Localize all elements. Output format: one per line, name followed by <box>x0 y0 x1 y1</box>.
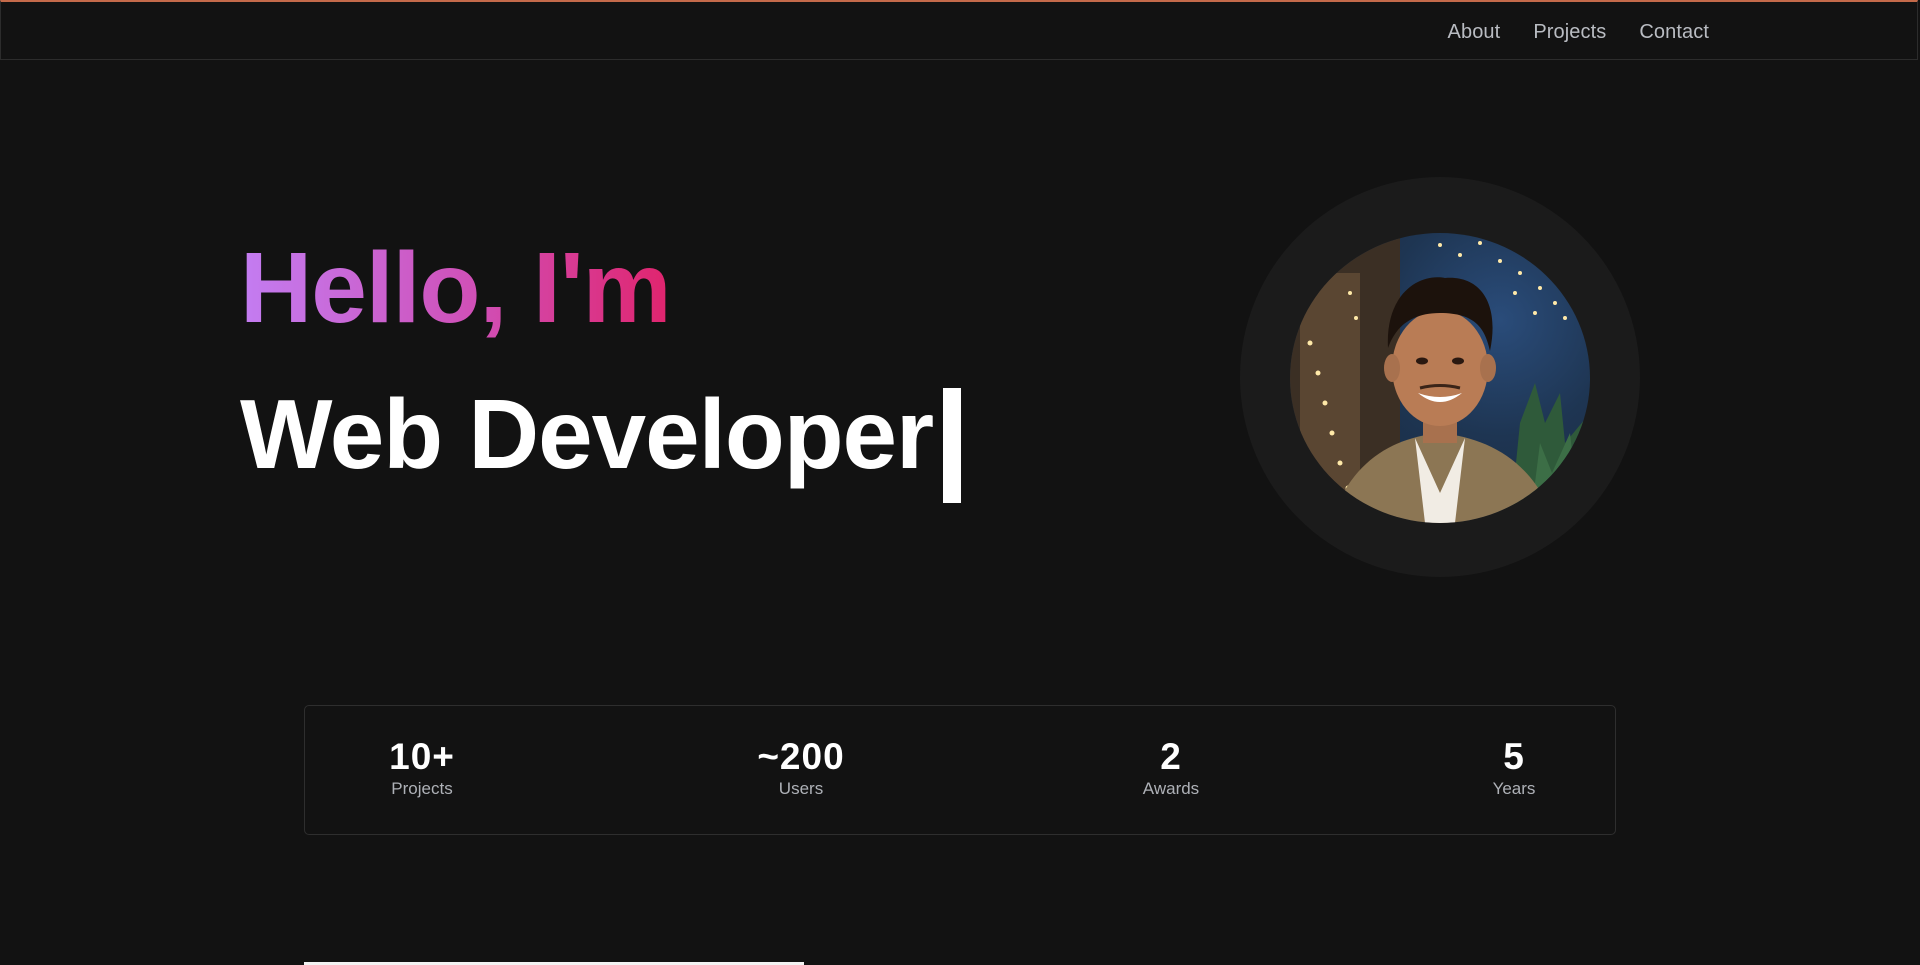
profile-photo-illustration <box>1290 233 1590 523</box>
stat-label: Awards <box>1142 779 1200 798</box>
profile-photo <box>1290 233 1590 523</box>
portfolio-page: About Projects Contact Hello, I'm Web De… <box>0 0 1920 965</box>
stat-value: ~200 <box>757 736 845 777</box>
avatar-ring <box>1240 177 1640 577</box>
stat-value: 5 <box>1503 736 1525 777</box>
nav-link-about[interactable]: About <box>1448 21 1501 44</box>
stat-projects: 10+ Projects <box>389 738 455 799</box>
stat-users: ~200 Users <box>757 738 844 799</box>
stat-value: 10+ <box>389 736 455 777</box>
typing-caret <box>943 388 962 503</box>
hero-role: Web Developer <box>240 379 962 503</box>
nav-link-contact[interactable]: Contact <box>1639 21 1709 44</box>
stat-awards: 2 Awards <box>1143 738 1199 799</box>
main-nav: About Projects Contact <box>1448 2 1709 62</box>
stats-panel: 10+ Projects ~200 Users 2 Awards 5 Years <box>304 705 1616 835</box>
hero-greeting: Hello, I'm <box>240 232 672 344</box>
stat-years: 5 Years <box>1493 738 1536 799</box>
stat-label: Years <box>1492 779 1536 798</box>
stat-value: 2 <box>1160 736 1182 777</box>
top-navbar: About Projects Contact <box>0 0 1918 60</box>
stat-label: Projects <box>391 779 453 798</box>
stat-label: Users <box>778 779 824 798</box>
nav-link-projects[interactable]: Projects <box>1533 21 1606 44</box>
hero-role-text: Web Developer <box>240 379 934 489</box>
